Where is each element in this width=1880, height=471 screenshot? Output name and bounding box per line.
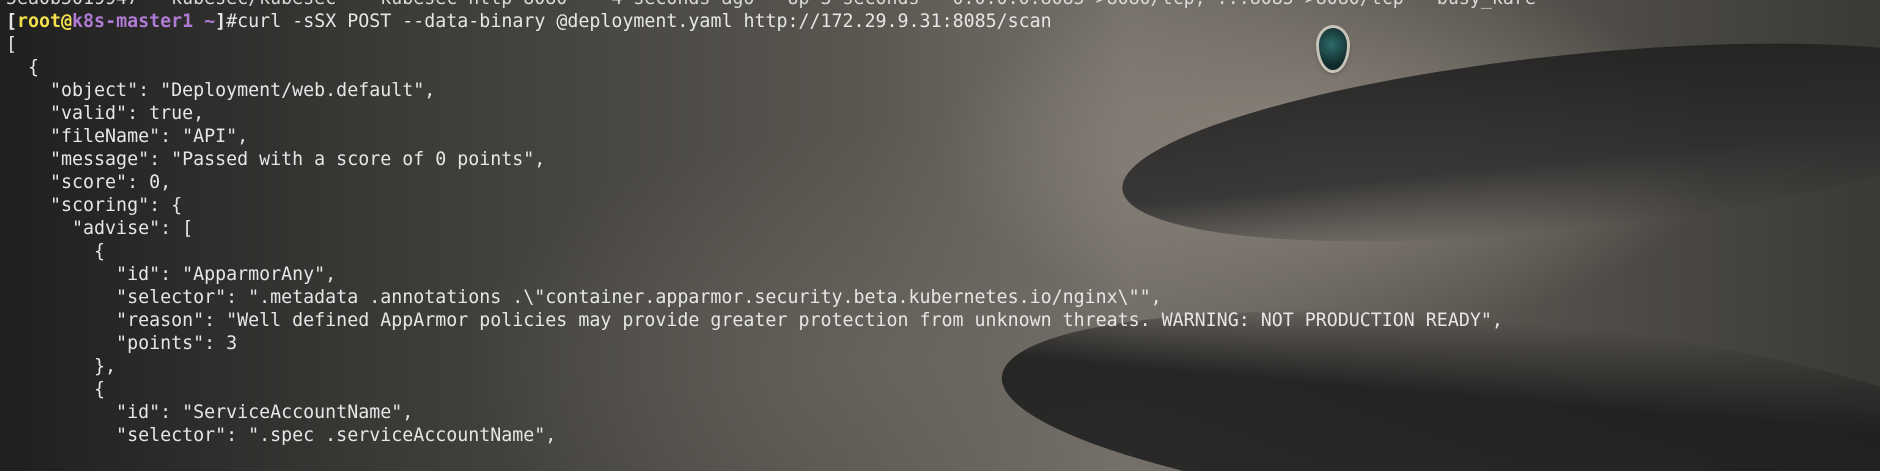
output-line: "selector": ".spec .serviceAccountName", xyxy=(6,425,557,446)
output-line: "valid": true, xyxy=(6,103,205,124)
prompt-cwd: ~ xyxy=(193,11,216,32)
command-line: [root@k8s-master1 ~]#curl -sSX POST --da… xyxy=(6,10,1880,33)
output-line: [ xyxy=(6,34,18,55)
output-line: }, xyxy=(6,356,117,377)
output-line: "fileName": "API", xyxy=(6,126,249,147)
terminal-output: 5ea0b5019947 kubesec/kubesec "kubesec ht… xyxy=(0,0,1880,447)
cut-off-output-line: 5ea0b5019947 kubesec/kubesec "kubesec ht… xyxy=(6,0,1880,10)
prompt-open-bracket: [ xyxy=(6,11,18,32)
output-line: "id": "ServiceAccountName", xyxy=(6,402,414,423)
output-line: "reason": "Well defined AppArmor policie… xyxy=(6,310,1503,331)
prompt-host: k8s-master1 xyxy=(72,11,194,32)
output-line: "object": "Deployment/web.default", xyxy=(6,80,436,101)
output-line: "points": 3 xyxy=(6,333,238,354)
prompt-close-bracket: ] xyxy=(215,11,227,32)
prompt-symbol: # xyxy=(226,11,238,32)
output-line: "advise": [ xyxy=(6,218,194,239)
output-line: { xyxy=(6,379,106,400)
output-line: "id": "ApparmorAny", xyxy=(6,264,337,285)
output-line: "message": "Passed with a score of 0 poi… xyxy=(6,149,546,170)
prompt-user: root@ xyxy=(17,11,73,32)
output-line: "scoring": { xyxy=(6,195,183,216)
terminal-window[interactable]: 5ea0b5019947 kubesec/kubesec "kubesec ht… xyxy=(0,0,1880,471)
output-line: { xyxy=(6,57,40,78)
output-line: { xyxy=(6,241,106,262)
output-line: "selector": ".metadata .annotations .\"c… xyxy=(6,287,1162,308)
command-text: curl -sSX POST --data-binary @deployment… xyxy=(237,11,1052,32)
output-line: "score": 0, xyxy=(6,172,172,193)
